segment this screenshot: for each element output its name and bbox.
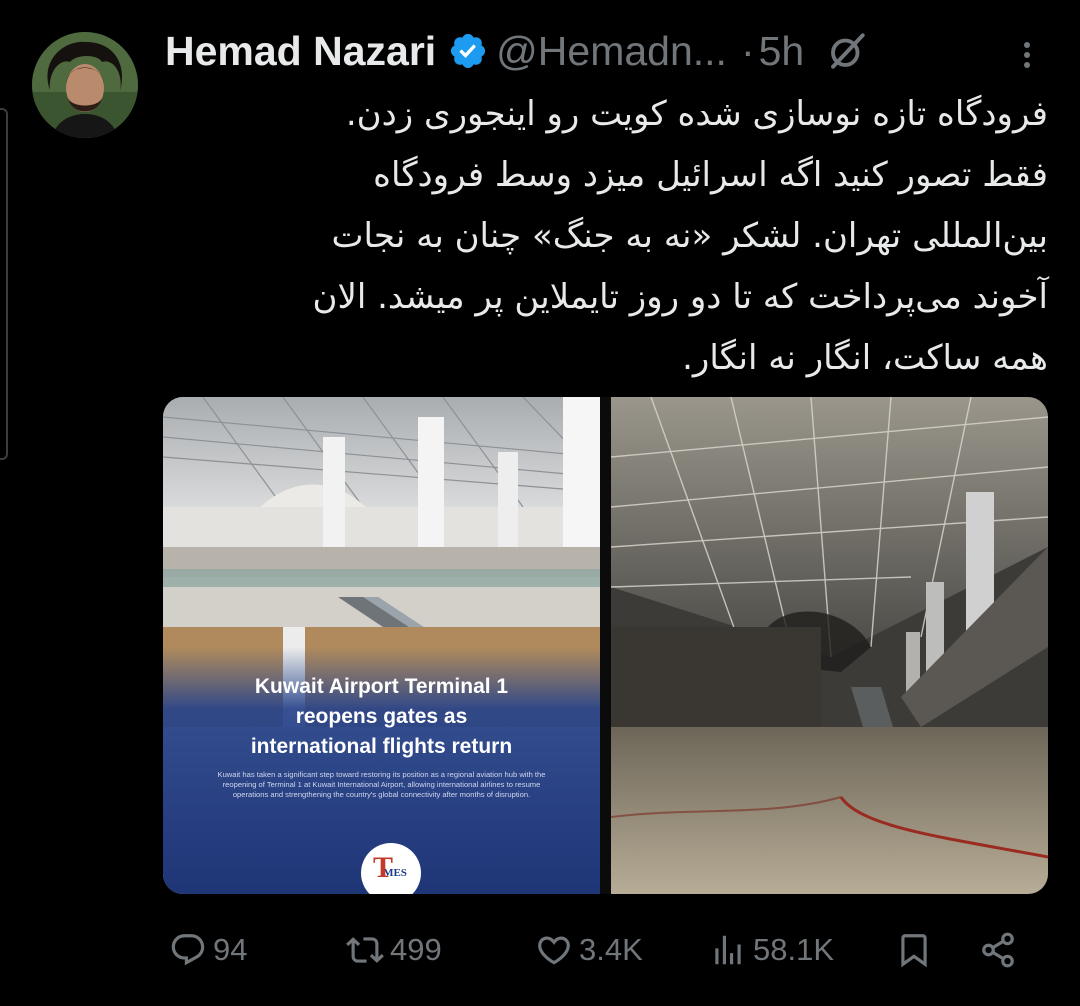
reply-count: 94 <box>213 932 248 967</box>
news-headline: Kuwait Airport Terminal 1 reopens gates … <box>250 675 513 758</box>
tweet-header: Hemad Nazari @Hemadn... · 5h <box>165 26 1065 76</box>
like-icon <box>538 936 570 965</box>
bookmark-icon <box>901 934 927 968</box>
views-button[interactable]: 58.1K <box>709 920 834 980</box>
repost-count: 499 <box>390 932 442 967</box>
media-gallery: Kuwait Airport Terminal 1 reopens gates … <box>163 397 1048 894</box>
author-handle[interactable]: @Hemadn... <box>496 28 727 75</box>
grok-icon[interactable] <box>826 30 868 72</box>
logo-mark-icon: T <box>373 851 394 884</box>
tweet-line: آخوند می‌پرداخت که تا دو روز تایملاین پر… <box>312 277 1048 317</box>
views-count: 58.1K <box>753 932 835 967</box>
timestamp[interactable]: 5h <box>759 28 805 75</box>
tweet-line: بین‌المللی تهران. لشکر «نه به جنگ» چنان … <box>331 216 1049 256</box>
share-button[interactable] <box>979 920 1017 980</box>
bookmark-button[interactable] <box>895 920 933 980</box>
avatar[interactable] <box>32 32 138 138</box>
separator-dot: · <box>740 27 755 74</box>
scrollbar[interactable] <box>0 108 8 460</box>
media-image-damaged-terminal[interactable] <box>611 397 1048 894</box>
tweet-line: همه ساکت، انگار نه انگار. <box>682 338 1048 378</box>
tweet-line: فرودگاه تازه نوسازی شده کویت رو اینجوری … <box>345 94 1048 134</box>
views-icon <box>715 935 741 965</box>
like-count: 3.4K <box>579 932 643 967</box>
avatar-photo <box>32 32 138 138</box>
repost-button[interactable]: 499 <box>346 920 442 980</box>
share-icon <box>982 932 1014 968</box>
like-button[interactable]: 3.4K <box>535 920 643 980</box>
tweet-actions: 94 499 3.4K 58.1K <box>163 920 1043 980</box>
repost-icon <box>346 937 384 963</box>
news-body: Kuwait has taken a significant step towa… <box>217 770 546 799</box>
author-name[interactable]: Hemad Nazari <box>165 28 436 75</box>
reply-icon <box>171 934 205 966</box>
verified-badge-icon[interactable] <box>448 31 488 71</box>
tweet-line: فقط تصور کنید اگه اسرائیل میزد وسط فرودگ… <box>373 155 1048 195</box>
media-image-news-card[interactable]: Kuwait Airport Terminal 1 reopens gates … <box>163 397 600 894</box>
more-options-icon[interactable] <box>1012 40 1042 70</box>
news-logo: T MES <box>361 843 421 894</box>
terminal-interior-photo <box>163 397 600 894</box>
damaged-terminal-photo <box>611 397 1048 894</box>
reply-button[interactable]: 94 <box>169 920 247 980</box>
tweet-text: فرودگاه تازه نوسازی شده کویت رو اینجوری … <box>160 84 1048 389</box>
